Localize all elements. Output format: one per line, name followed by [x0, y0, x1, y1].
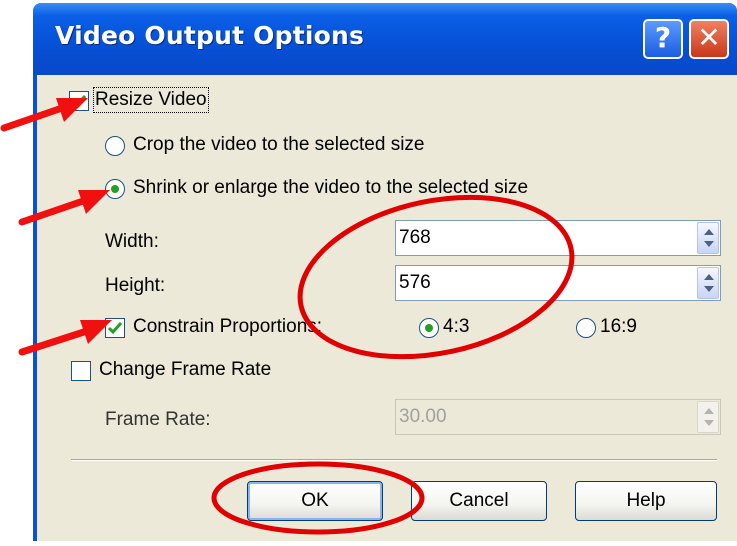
height-spinbox[interactable]: 576: [395, 265, 721, 301]
crop-radio-label[interactable]: Crop the video to the selected size: [133, 134, 425, 156]
spin-up-icon[interactable]: [704, 274, 714, 280]
spin-up-icon[interactable]: [704, 229, 714, 235]
video-output-options-dialog: Video Output Options ? ✕ Resize Video Cr…: [33, 3, 737, 541]
checkmark-icon: [108, 322, 122, 335]
frame-rate-spinbox[interactable]: 30.00: [395, 399, 721, 435]
spin-down-icon[interactable]: [704, 286, 714, 292]
frame-rate-spin-buttons[interactable]: [697, 401, 719, 433]
change-frame-rate-label[interactable]: Change Frame Rate: [99, 359, 271, 381]
change-frame-rate-checkbox[interactable]: [71, 361, 91, 381]
aspect-4-3-label[interactable]: 4:3: [443, 316, 469, 338]
constrain-proportions-checkbox[interactable]: [105, 318, 125, 338]
resize-video-checkbox[interactable]: [69, 91, 89, 111]
dialog-title: Video Output Options: [55, 21, 365, 50]
radio-selected-dot: [111, 185, 119, 193]
title-bar[interactable]: Video Output Options ? ✕: [33, 3, 737, 75]
close-icon[interactable]: ✕: [689, 19, 729, 59]
height-value[interactable]: 576: [399, 272, 431, 294]
dialog-body: Resize Video Crop the video to the selec…: [37, 75, 737, 541]
height-label: Height:: [105, 275, 166, 296]
width-value[interactable]: 768: [399, 227, 431, 249]
shrink-enlarge-radio-label[interactable]: Shrink or enlarge the video to the selec…: [133, 177, 528, 199]
shrink-enlarge-radio[interactable]: [105, 179, 125, 199]
resize-video-label[interactable]: Resize Video: [93, 87, 209, 113]
aspect-16-9-radio[interactable]: [576, 318, 596, 338]
separator: [71, 459, 717, 461]
frame-rate-value[interactable]: 30.00: [399, 406, 447, 428]
constrain-proportions-label[interactable]: Constrain Proportions:: [133, 316, 322, 338]
spin-up-icon[interactable]: [704, 408, 714, 414]
help-button[interactable]: Help: [575, 481, 717, 521]
checkmark-icon: [72, 95, 86, 108]
height-spin-buttons[interactable]: [697, 267, 719, 299]
width-label: Width:: [105, 231, 159, 252]
ok-button[interactable]: OK: [247, 481, 383, 521]
width-spinbox[interactable]: 768: [395, 220, 721, 256]
frame-rate-label: Frame Rate:: [105, 409, 211, 430]
aspect-16-9-label[interactable]: 16:9: [600, 316, 637, 338]
crop-radio[interactable]: [105, 136, 125, 156]
help-icon[interactable]: ?: [643, 19, 683, 59]
width-spin-buttons[interactable]: [697, 222, 719, 254]
spin-down-icon[interactable]: [704, 241, 714, 247]
radio-selected-dot: [425, 324, 433, 332]
cancel-button[interactable]: Cancel: [411, 481, 547, 521]
spin-down-icon[interactable]: [704, 420, 714, 426]
aspect-4-3-radio[interactable]: [419, 318, 439, 338]
